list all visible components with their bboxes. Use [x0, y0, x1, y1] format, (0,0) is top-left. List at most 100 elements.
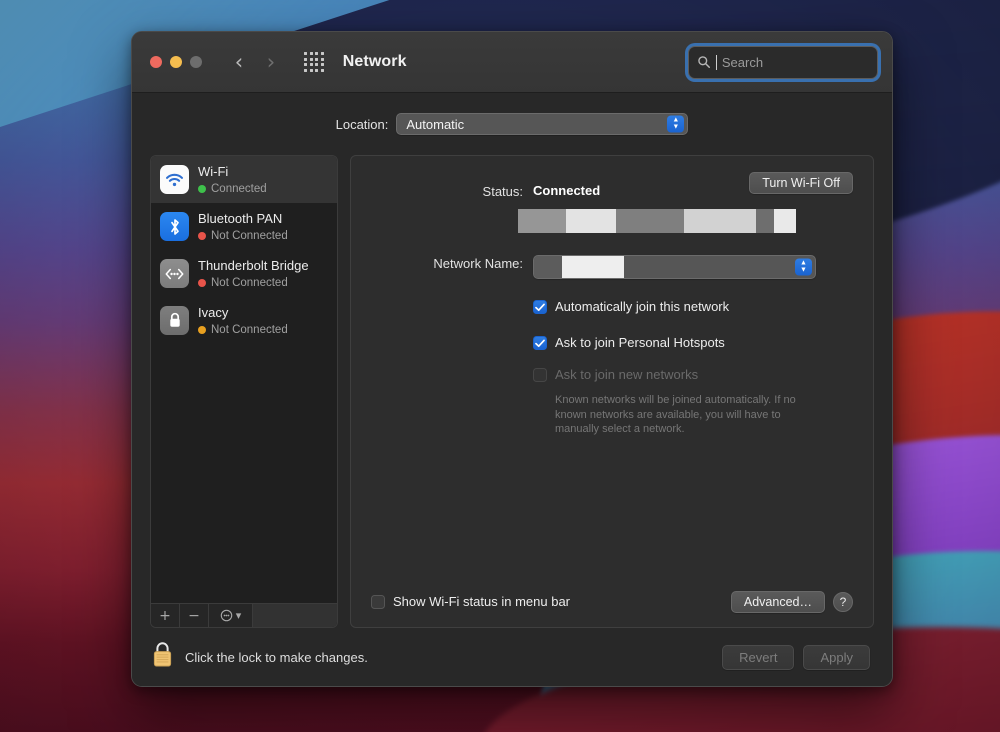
search-field[interactable]	[688, 46, 878, 79]
panes-container: Wi-Fi Connected	[150, 155, 874, 628]
checkmark-icon	[535, 303, 545, 312]
wifi-icon	[160, 165, 189, 194]
checkbox-personal-hotspots[interactable]: Ask to join Personal Hotspots	[533, 335, 853, 351]
window-title: Network	[343, 53, 407, 71]
sidebar-item-name: Ivacy	[198, 305, 228, 320]
lock-icon	[160, 306, 189, 335]
status-text: Connected	[211, 182, 267, 197]
show-all-grid-icon[interactable]	[304, 52, 324, 72]
location-label: Location:	[336, 117, 389, 132]
redaction-block	[616, 209, 684, 233]
checkbox-new-networks: Ask to join new networks	[533, 367, 853, 383]
network-preferences-window: ‹ › Network Location:	[131, 31, 893, 687]
close-button[interactable]	[150, 56, 162, 68]
sidebar-item-text: Wi-Fi Connected	[198, 163, 267, 197]
location-row: Location: Automatic ▲▼	[150, 93, 874, 155]
grid-dot	[310, 58, 313, 61]
status-redaction-bar	[518, 209, 853, 233]
grid-dot	[321, 58, 324, 61]
lock-closed-icon[interactable]	[152, 641, 173, 673]
navigation-buttons: ‹ ›	[228, 49, 282, 75]
redaction-block	[684, 209, 756, 233]
sidebar-item-thunderbolt-bridge[interactable]: Thunderbolt Bridge Not Connected	[151, 250, 337, 297]
sidebar-toolbar-filler	[253, 604, 337, 627]
status-dot-not-connected	[198, 232, 206, 240]
redaction-block	[518, 209, 566, 233]
grid-dot	[321, 69, 324, 72]
chevron-updown-icon: ▲▼	[795, 259, 812, 276]
grid-dot	[321, 52, 324, 55]
grid-dot	[310, 63, 313, 66]
sidebar-item-status: Not Connected	[198, 323, 288, 338]
text-caret	[716, 55, 717, 70]
minimize-button[interactable]	[170, 56, 182, 68]
lock-message: Click the lock to make changes.	[185, 650, 368, 665]
grid-dot	[315, 63, 318, 66]
turn-wifi-off-button[interactable]: Turn Wi-Fi Off	[749, 172, 853, 194]
revert-button[interactable]: Revert	[722, 645, 794, 670]
checkbox-show-status[interactable]: Show Wi-Fi status in menu bar	[371, 594, 570, 610]
sidebar-item-bluetooth-pan[interactable]: Bluetooth PAN Not Connected	[151, 203, 337, 250]
checkbox-personal-hotspots-label: Ask to join Personal Hotspots	[555, 335, 725, 351]
sidebar-item-status: Not Connected	[198, 276, 309, 291]
add-service-button[interactable]: +	[151, 604, 180, 627]
sidebar-toolbar: + − ▾	[151, 603, 337, 627]
status-text: Not Connected	[211, 276, 288, 291]
window-footer: Click the lock to make changes. Revert A…	[132, 628, 892, 686]
location-value: Automatic	[406, 117, 464, 132]
wifi-settings-pane: Turn Wi-Fi Off Status: Connected Network…	[350, 155, 874, 628]
sidebar-item-status: Not Connected	[198, 229, 288, 244]
status-label: Status:	[371, 183, 523, 199]
checkbox-group: Automatically join this network Ask to j…	[533, 299, 853, 383]
apply-button[interactable]: Apply	[803, 645, 870, 670]
sidebar-item-name: Wi-Fi	[198, 164, 228, 179]
checkbox-auto-join-box[interactable]	[533, 300, 547, 314]
help-button[interactable]: ?	[833, 592, 853, 612]
grid-dot	[304, 63, 307, 66]
redaction-block	[534, 256, 562, 278]
redaction-block	[562, 256, 624, 278]
thunderbolt-icon	[160, 259, 189, 288]
forward-chevron-icon[interactable]: ›	[260, 49, 282, 75]
status-text: Not Connected	[211, 229, 288, 244]
service-sidebar: Wi-Fi Connected	[150, 155, 338, 628]
grid-dot	[315, 58, 318, 61]
network-name-value-group: ▲▼	[533, 255, 816, 279]
zoom-button[interactable]	[190, 56, 202, 68]
action-menu-button[interactable]: ▾	[209, 604, 253, 627]
grid-dot	[321, 63, 324, 66]
redaction-block	[774, 209, 796, 233]
network-name-row: Network Name: ▲▼	[371, 255, 853, 279]
location-dropdown[interactable]: Automatic ▲▼	[396, 113, 688, 135]
checkbox-auto-join-label: Automatically join this network	[555, 299, 729, 315]
sidebar-item-name: Bluetooth PAN	[198, 211, 282, 226]
status-dot-not-connected	[198, 279, 206, 287]
search-icon	[697, 55, 711, 69]
window-titlebar: ‹ › Network	[132, 32, 892, 93]
back-chevron-icon[interactable]: ‹	[228, 49, 250, 75]
checkbox-show-status-box[interactable]	[371, 595, 385, 609]
search-input[interactable]	[722, 55, 869, 70]
checkbox-personal-hotspots-box[interactable]	[533, 336, 547, 350]
advanced-button[interactable]: Advanced…	[731, 591, 825, 613]
network-name-redaction	[534, 256, 624, 278]
sidebar-item-text: Ivacy Not Connected	[198, 304, 288, 338]
network-name-dropdown[interactable]: ▲▼	[533, 255, 816, 279]
sidebar-item-wifi[interactable]: Wi-Fi Connected	[151, 156, 337, 203]
pane-bottom-row: Show Wi-Fi status in menu bar Advanced… …	[371, 591, 853, 613]
checkbox-new-networks-box	[533, 368, 547, 382]
gear-icon	[220, 609, 233, 622]
status-text: Not Connected	[211, 323, 288, 338]
chevron-updown-icon: ▲▼	[667, 116, 684, 133]
grid-dot	[304, 58, 307, 61]
remove-service-button[interactable]: −	[180, 604, 209, 627]
bluetooth-icon	[160, 212, 189, 241]
sidebar-item-name: Thunderbolt Bridge	[198, 258, 309, 273]
sidebar-item-ivacy[interactable]: Ivacy Not Connected	[151, 297, 337, 344]
checkbox-show-status-label: Show Wi-Fi status in menu bar	[393, 594, 570, 610]
status-dot-warning	[198, 326, 206, 334]
redaction-block	[566, 209, 616, 233]
sidebar-item-text: Bluetooth PAN Not Connected	[198, 210, 288, 244]
grid-dot	[310, 69, 313, 72]
checkbox-auto-join[interactable]: Automatically join this network	[533, 299, 853, 315]
